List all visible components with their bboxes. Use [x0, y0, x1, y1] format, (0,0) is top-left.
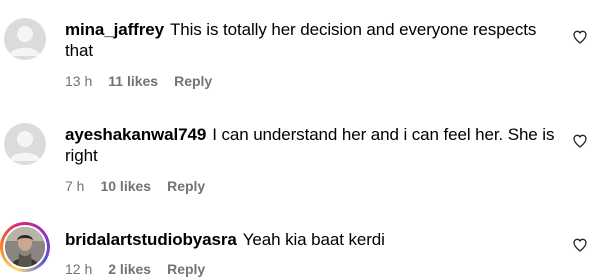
comment-meta: 12 h 2 likes Reply	[65, 261, 205, 277]
comment-username[interactable]: ayeshakanwal749	[65, 125, 206, 144]
comment-username[interactable]: bridalartstudiobyasra	[65, 230, 237, 249]
comment-body: mina_jaffrey This is totally her decision…	[65, 19, 555, 61]
comment-meta: 13 h 11 likes Reply	[65, 73, 212, 89]
comment-likes-count[interactable]: 2 likes	[108, 261, 151, 277]
user-avatar-photo	[5, 227, 45, 267]
comment-username[interactable]: mina_jaffrey	[65, 20, 164, 39]
person-silhouette-icon	[9, 131, 41, 161]
comment-time: 13 h	[65, 73, 93, 89]
comment-time: 12 h	[65, 261, 93, 277]
comment-body: ayeshakanwal749 I can understand her and …	[65, 124, 555, 166]
comment-likes-count[interactable]: 11 likes	[108, 73, 158, 89]
heart-outline-icon[interactable]	[572, 29, 588, 45]
user-avatar-story-ring[interactable]	[0, 222, 50, 272]
reply-button[interactable]: Reply	[167, 178, 205, 194]
comment-time: 7 h	[65, 178, 85, 194]
comment-likes-count[interactable]: 10 likes	[100, 178, 151, 194]
person-silhouette-icon	[9, 26, 41, 56]
user-avatar[interactable]	[4, 123, 46, 165]
person-photo-icon	[5, 227, 45, 267]
reply-button[interactable]: Reply	[167, 261, 205, 277]
comment-body: bridalartstudiobyasra Yeah kia baat kerdi	[65, 229, 555, 250]
reply-button[interactable]: Reply	[174, 73, 212, 89]
user-avatar[interactable]	[4, 18, 46, 60]
heart-outline-icon[interactable]	[572, 133, 588, 149]
comment-meta: 7 h 10 likes Reply	[65, 178, 205, 194]
heart-outline-icon[interactable]	[572, 237, 588, 253]
comment-text: Yeah kia baat kerdi	[242, 230, 385, 249]
